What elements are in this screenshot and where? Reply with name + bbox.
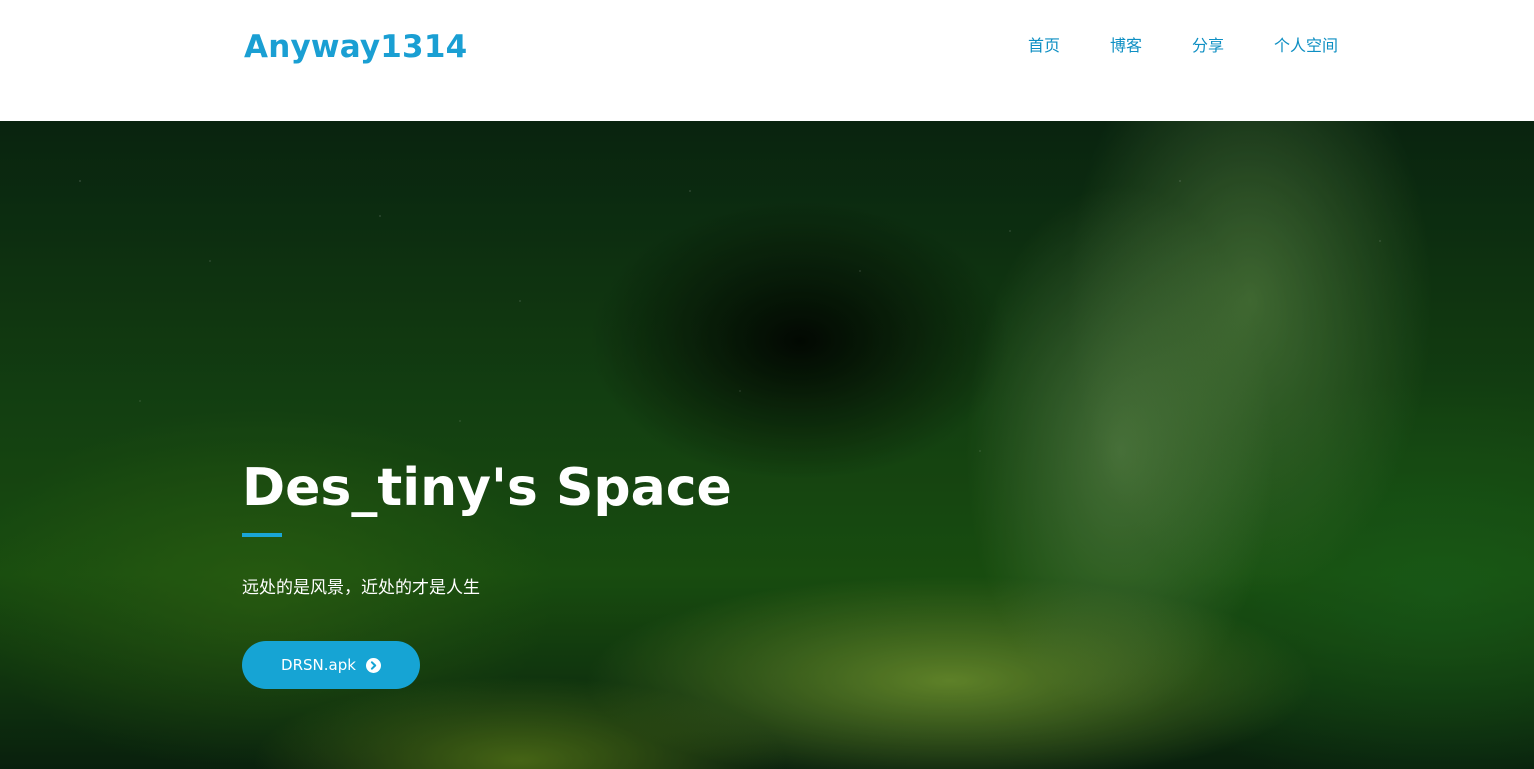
hero-title: Des_tiny's Space — [242, 458, 732, 518]
nav-item-personal-space[interactable]: 个人空间 — [1274, 34, 1338, 58]
chevron-circle-right-icon — [365, 657, 381, 673]
download-apk-button[interactable]: DRSN.apk — [242, 641, 420, 689]
hero-title-underline — [242, 533, 282, 537]
site-logo[interactable]: Anyway1314 — [244, 27, 467, 67]
main-nav: 首页 博客 分享 个人空间 — [1028, 34, 1338, 58]
site-header: Anyway1314 首页 博客 分享 个人空间 — [0, 0, 1534, 121]
hero-content: Des_tiny's Space 远处的是风景，近处的才是人生 DRSN.apk — [242, 121, 942, 769]
nav-item-home[interactable]: 首页 — [1028, 34, 1060, 58]
download-apk-label: DRSN.apk — [281, 656, 356, 674]
nav-item-share[interactable]: 分享 — [1192, 34, 1224, 58]
hero-banner: Des_tiny's Space 远处的是风景，近处的才是人生 DRSN.apk — [0, 121, 1534, 769]
hero-subtitle: 远处的是风景，近处的才是人生 — [242, 578, 480, 598]
nav-item-blog[interactable]: 博客 — [1110, 34, 1142, 58]
